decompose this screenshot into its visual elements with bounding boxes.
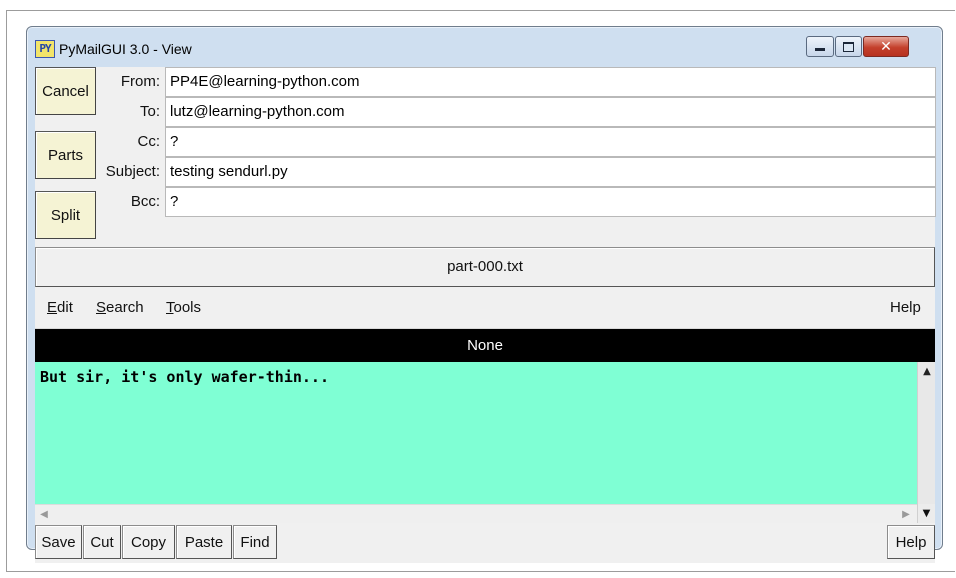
horizontal-scrollbar[interactable]: ◀ ▶: [35, 504, 917, 523]
copy-button[interactable]: Copy: [122, 525, 175, 559]
menu-search-label: earch: [106, 299, 144, 316]
from-field[interactable]: PP4E@learning-python.com: [165, 67, 936, 97]
window-title: PyMailGUI 3.0 - View: [59, 41, 192, 57]
menu-edit[interactable]: Edit: [47, 299, 73, 316]
paste-button[interactable]: Paste: [176, 525, 232, 559]
maximize-icon: [843, 41, 854, 52]
close-button[interactable]: ✕: [863, 36, 909, 57]
parts-button[interactable]: Parts: [35, 131, 96, 179]
bcc-label: Bcc:: [130, 193, 160, 210]
cut-button[interactable]: Cut: [83, 525, 121, 559]
python-app-icon: PY: [35, 40, 55, 58]
menu-bar: Edit Search Tools Help: [35, 287, 935, 329]
menu-tools-mnemonic: T: [166, 299, 174, 316]
help-button[interactable]: Help: [887, 525, 935, 559]
scroll-up-icon[interactable]: ▲: [918, 362, 936, 380]
maximize-button[interactable]: [835, 36, 862, 57]
to-field[interactable]: lutz@learning-python.com: [165, 97, 936, 127]
scroll-right-icon[interactable]: ▶: [897, 505, 915, 523]
subject-label: Subject:: [105, 163, 160, 180]
minimize-button[interactable]: [806, 36, 834, 57]
client-area: Cancel Parts Split From: PP4E@learning-p…: [35, 67, 936, 563]
save-button[interactable]: Save: [35, 525, 82, 559]
find-button[interactable]: Find: [233, 525, 277, 559]
menu-edit-label: dit: [57, 299, 73, 316]
from-label: From:: [120, 73, 160, 90]
close-icon: ✕: [880, 38, 892, 55]
menu-search-mnemonic: S: [96, 299, 107, 316]
menu-edit-mnemonic: E: [47, 299, 58, 316]
cancel-button[interactable]: Cancel: [35, 67, 96, 115]
bottom-toolbar: Save Cut Copy Paste Find Help: [35, 523, 935, 563]
menu-tools-label: ools: [173, 299, 202, 316]
status-bar: None: [35, 329, 935, 362]
bcc-field[interactable]: ?: [165, 187, 936, 217]
scroll-left-icon[interactable]: ◀: [35, 505, 53, 523]
cc-label: Cc:: [137, 133, 161, 150]
vertical-scrollbar[interactable]: ▲: [917, 362, 935, 504]
minimize-icon: [815, 48, 825, 51]
scroll-down-icon[interactable]: ▼: [917, 504, 935, 523]
title-bar[interactable]: PY PyMailGUI 3.0 - View ✕: [27, 27, 942, 67]
menu-help[interactable]: Help: [890, 299, 921, 316]
message-text-area[interactable]: But sir, it's only wafer-thin...: [35, 362, 917, 504]
app-window: PY PyMailGUI 3.0 - View ✕ Cancel Parts S…: [26, 26, 943, 563]
subject-field[interactable]: testing sendurl.py: [165, 157, 936, 187]
menu-tools[interactable]: Tools: [166, 299, 201, 316]
to-label: To:: [139, 103, 160, 120]
split-button[interactable]: Split: [35, 191, 96, 239]
cc-field[interactable]: ?: [165, 127, 936, 157]
part-file-button[interactable]: part-000.txt: [35, 247, 935, 287]
menu-search[interactable]: Search: [96, 299, 144, 316]
